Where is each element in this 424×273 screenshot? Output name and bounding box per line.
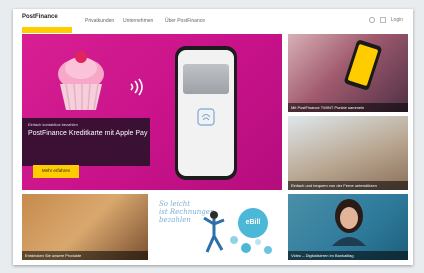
header-tools: Login bbox=[368, 17, 403, 23]
hero-title: PostFinance Kreditkarte mit Apple Pay bbox=[28, 130, 148, 137]
nav-link-ueber[interactable]: Über PostFinance bbox=[165, 18, 205, 24]
hero-kicker: Einfach kontaktlos bezahlen bbox=[28, 122, 78, 127]
nav-link-privatkunden[interactable]: Privatkunden bbox=[85, 18, 114, 24]
site-logo[interactable]: PostFinance bbox=[22, 14, 72, 22]
teaser-caption: Video – Digitalisieren im Bankalltag bbox=[288, 251, 408, 260]
hero-banner[interactable]: Einfach kontaktlos bezahlen PostFinance … bbox=[22, 34, 282, 190]
teaser-ebill[interactable]: So leicht ist Rechnungen bezahlen eBill bbox=[152, 194, 284, 260]
browser-page: PostFinance Privatkunden Unternehmen Übe… bbox=[13, 9, 413, 265]
smartphone-illustration bbox=[175, 46, 237, 180]
logo-bar bbox=[22, 27, 72, 33]
teaser-caption: Entdecken Sie unsere Produkte bbox=[22, 251, 148, 260]
credit-card-graphic bbox=[183, 64, 229, 94]
fingerprint-icon bbox=[197, 108, 215, 126]
woman-portrait-image bbox=[332, 199, 366, 246]
nav-link-unternehmen[interactable]: Unternehmen bbox=[123, 18, 153, 24]
teaser-family[interactable]: Einfach und bequem von der Ferne unterst… bbox=[288, 116, 408, 190]
teaser-caption: Einfach und bequem von der Ferne unterst… bbox=[288, 181, 408, 190]
teaser-products[interactable]: Entdecken Sie unsere Produkte bbox=[22, 194, 148, 260]
hero-cta-button[interactable]: Mehr erfahren bbox=[33, 165, 79, 178]
phone-in-hand-image bbox=[343, 39, 383, 91]
teaser-video[interactable]: Video – Digitalisieren im Bankalltag bbox=[288, 194, 408, 260]
contactless-icon bbox=[130, 78, 143, 96]
search-icon[interactable] bbox=[368, 17, 375, 23]
login-link[interactable]: Login bbox=[391, 17, 403, 23]
cupcake-illustration bbox=[58, 51, 104, 111]
teaser-twint[interactable]: Mit PostFinance TWINT Punkte sammeln bbox=[288, 34, 408, 112]
teaser-caption: Mit PostFinance TWINT Punkte sammeln bbox=[288, 103, 408, 112]
decorative-dots bbox=[230, 236, 272, 254]
hero-textbox: Einfach kontaktlos bezahlen PostFinance … bbox=[22, 118, 150, 166]
dancing-figure-illustration bbox=[203, 211, 225, 253]
site-header: PostFinance Privatkunden Unternehmen Übe… bbox=[13, 9, 413, 33]
language-icon[interactable] bbox=[379, 17, 386, 23]
